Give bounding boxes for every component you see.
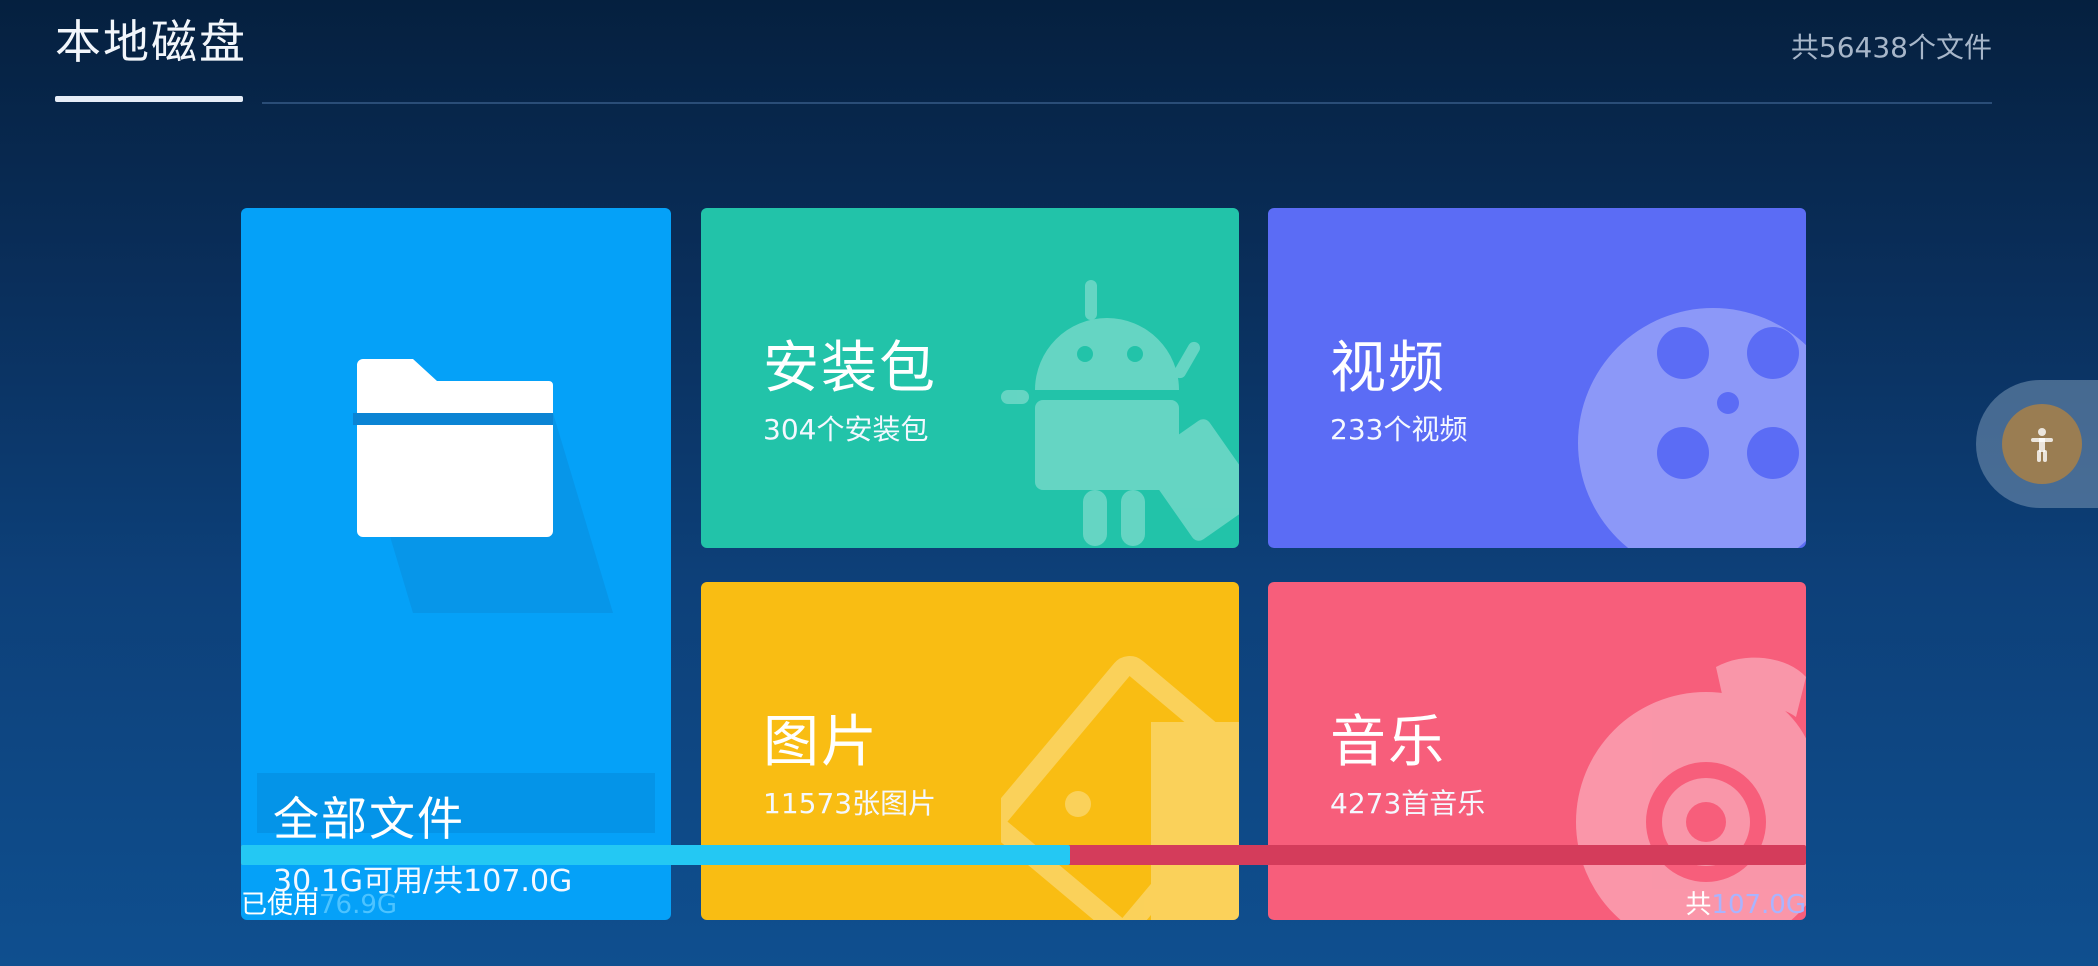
storage-progress-bar: [241, 845, 1806, 865]
total-file-count: 共56438个文件: [1790, 31, 1992, 64]
accessibility-icon: [2031, 428, 2053, 462]
storage-progress-used: [241, 845, 1071, 865]
android-icon: [1001, 280, 1239, 546]
music-count: 4273首音乐: [1330, 787, 1486, 820]
music-title: 音乐: [1330, 710, 1446, 775]
all-files-card[interactable]: 全部文件 30.1G可用/共107.0G: [241, 208, 671, 920]
music-disc-icon: [1576, 657, 1806, 920]
page-title: 本地磁盘: [55, 15, 247, 69]
storage-used-label: 已使用: [241, 890, 320, 920]
storage-used-value: 76.9G: [319, 890, 398, 920]
music-card[interactable]: 音乐 4273首音乐: [1268, 582, 1806, 920]
header-divider: [262, 102, 1992, 104]
title-tab-indicator: [55, 96, 243, 102]
image-card[interactable]: 图片 11573张图片: [701, 582, 1239, 920]
apk-card[interactable]: 安装包 304个安装包: [701, 208, 1239, 548]
floating-assist-button[interactable]: [1976, 380, 2098, 508]
storage-total-text: 共107.0G: [1685, 884, 1806, 921]
picture-icon: [1001, 656, 1239, 920]
video-card[interactable]: 视频 233个视频: [1268, 208, 1806, 548]
all-files-title: 全部文件: [273, 792, 465, 846]
apk-count: 304个安装包: [763, 413, 929, 446]
storage-total-value: 107.0G: [1711, 890, 1806, 920]
floating-assist-knob: [2002, 404, 2082, 484]
image-count: 11573张图片: [763, 787, 937, 820]
folder-icon: [353, 359, 613, 613]
storage-used-text: 已使用76.9G: [241, 884, 397, 921]
apk-title: 安装包: [763, 336, 937, 401]
storage-total-label: 共: [1685, 890, 1712, 920]
image-title: 图片: [763, 710, 879, 775]
film-reel-icon: [1578, 308, 1806, 548]
video-count: 233个视频: [1330, 413, 1468, 446]
video-title: 视频: [1330, 336, 1446, 401]
